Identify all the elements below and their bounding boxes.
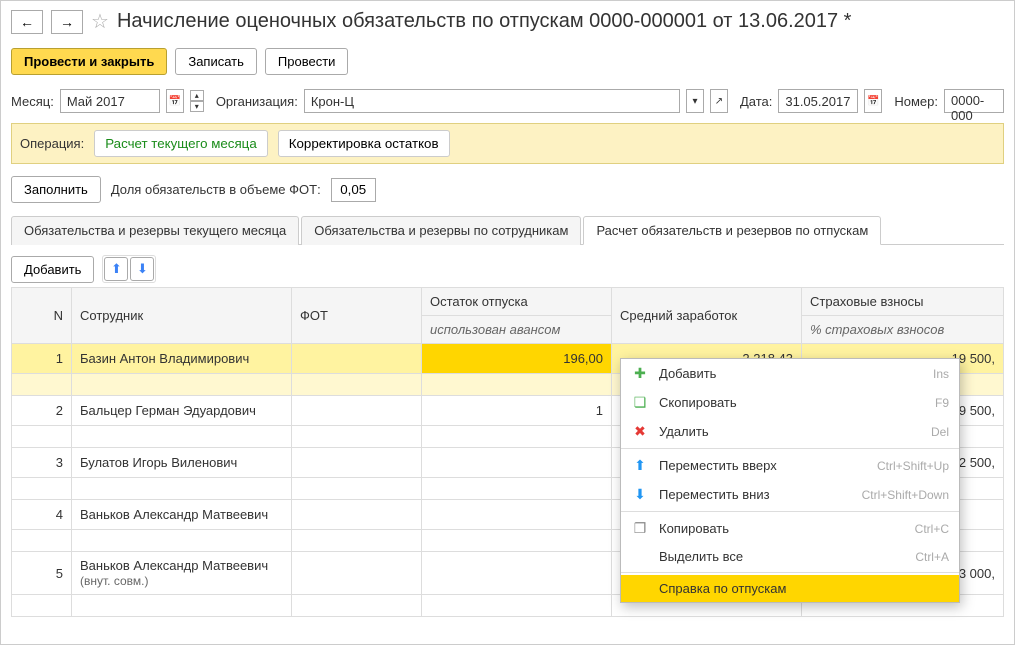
col-employee: Сотрудник [72, 288, 292, 344]
menu-vacation-ref[interactable]: Справка по отпускам [621, 575, 959, 602]
cell-n: 5 [12, 552, 72, 595]
cell-ostatok [422, 552, 612, 595]
share-label: Доля обязательств в объеме ФОТ: [111, 182, 321, 197]
cell-employee: Булатов Игорь Виленович [72, 448, 292, 478]
menu-copy[interactable]: ❏ Скопировать F9 [621, 388, 959, 417]
cell-ostatok: 1 [422, 396, 612, 426]
clipboard-icon: ❐ [631, 520, 649, 537]
operation-adjust-button[interactable]: Корректировка остатков [278, 130, 450, 157]
month-up[interactable]: ▴ [190, 90, 204, 101]
tab-current-month[interactable]: Обязательства и резервы текущего месяца [11, 216, 299, 245]
menu-move-down[interactable]: ⬇ Переместить вниз Ctrl+Shift+Down [621, 480, 959, 509]
back-button[interactable]: ← [11, 10, 43, 34]
share-input[interactable] [331, 178, 376, 202]
menu-add[interactable]: ✚ Добавить Ins [621, 359, 959, 388]
calendar-icon[interactable]: 📅 [166, 89, 184, 113]
cell-n: 3 [12, 448, 72, 478]
cell-fot [292, 552, 422, 595]
date-calendar-icon[interactable]: 📅 [864, 89, 882, 113]
plus-icon: ✚ [631, 365, 649, 382]
add-row-button[interactable]: Добавить [11, 256, 94, 283]
cell-employee: Бальцер Герман Эдуардович [72, 396, 292, 426]
arrow-down-icon: ⬇ [631, 486, 649, 503]
operation-label: Операция: [20, 136, 84, 151]
cell-n: 1 [12, 344, 72, 374]
month-label: Месяц: [11, 94, 54, 109]
org-dropdown-icon[interactable]: ▾ [686, 89, 704, 113]
page-title: Начисление оценочных обязательств по отп… [117, 10, 852, 33]
post-and-close-button[interactable]: Провести и закрыть [11, 48, 167, 75]
separator [621, 572, 959, 573]
cell-fot [292, 448, 422, 478]
cell-employee: Ваньков Александр Матвеевич [72, 500, 292, 530]
tab-by-employee[interactable]: Обязательства и резервы по сотрудникам [301, 216, 581, 245]
date-input[interactable]: 31.05.2017 [778, 89, 858, 113]
cell-fot [292, 396, 422, 426]
cell-employee: Базин Антон Владимирович [72, 344, 292, 374]
forward-button[interactable]: → [51, 10, 83, 34]
col-n: N [12, 288, 72, 344]
cell-employee: Ваньков Александр Матвеевич(внут. совм.) [72, 552, 292, 595]
org-label: Организация: [216, 94, 298, 109]
cell-ostatok [422, 500, 612, 530]
context-menu: ✚ Добавить Ins ❏ Скопировать F9 ✖ Удалит… [620, 358, 960, 603]
copy-icon: ❏ [631, 394, 649, 411]
col-ostatok-sub: использован авансом [422, 316, 612, 344]
tab-vacation-calc[interactable]: Расчет обязательств и резервов по отпуск… [583, 216, 881, 245]
move-down-button[interactable]: ⬇ [130, 257, 154, 281]
menu-clipboard[interactable]: ❐ Копировать Ctrl+C [621, 514, 959, 543]
month-down[interactable]: ▾ [190, 101, 204, 112]
cell-ostatok: 196,00 [422, 344, 612, 374]
delete-icon: ✖ [631, 423, 649, 440]
month-input[interactable]: Май 2017 [60, 89, 160, 113]
move-up-button[interactable]: ⬆ [104, 257, 128, 281]
fill-button[interactable]: Заполнить [11, 176, 101, 203]
col-ins-sub: % страховых взносов [802, 316, 1004, 344]
cell-ostatok [422, 448, 612, 478]
cell-n: 2 [12, 396, 72, 426]
org-open-icon[interactable]: ↗ [710, 89, 728, 113]
arrow-up-icon: ⬆ [631, 457, 649, 474]
menu-delete[interactable]: ✖ Удалить Del [621, 417, 959, 446]
col-fot: ФОТ [292, 288, 422, 344]
menu-select-all[interactable]: Выделить все Ctrl+A [621, 543, 959, 570]
cell-n: 4 [12, 500, 72, 530]
menu-move-up[interactable]: ⬆ Переместить вверх Ctrl+Shift+Up [621, 451, 959, 480]
separator [621, 448, 959, 449]
save-button[interactable]: Записать [175, 48, 257, 75]
cell-fot [292, 344, 422, 374]
col-ostatok: Остаток отпуска [422, 288, 612, 316]
separator [621, 511, 959, 512]
col-ins: Страховые взносы [802, 288, 1004, 316]
operation-calc-button[interactable]: Расчет текущего месяца [94, 130, 268, 157]
post-button[interactable]: Провести [265, 48, 349, 75]
number-label: Номер: [894, 94, 938, 109]
number-input[interactable]: 0000-000 [944, 89, 1004, 113]
org-input[interactable]: Крон-Ц [304, 89, 680, 113]
favorite-icon[interactable]: ☆ [91, 9, 109, 34]
date-label: Дата: [740, 94, 772, 109]
cell-fot [292, 500, 422, 530]
col-avg: Средний заработок [612, 288, 802, 344]
